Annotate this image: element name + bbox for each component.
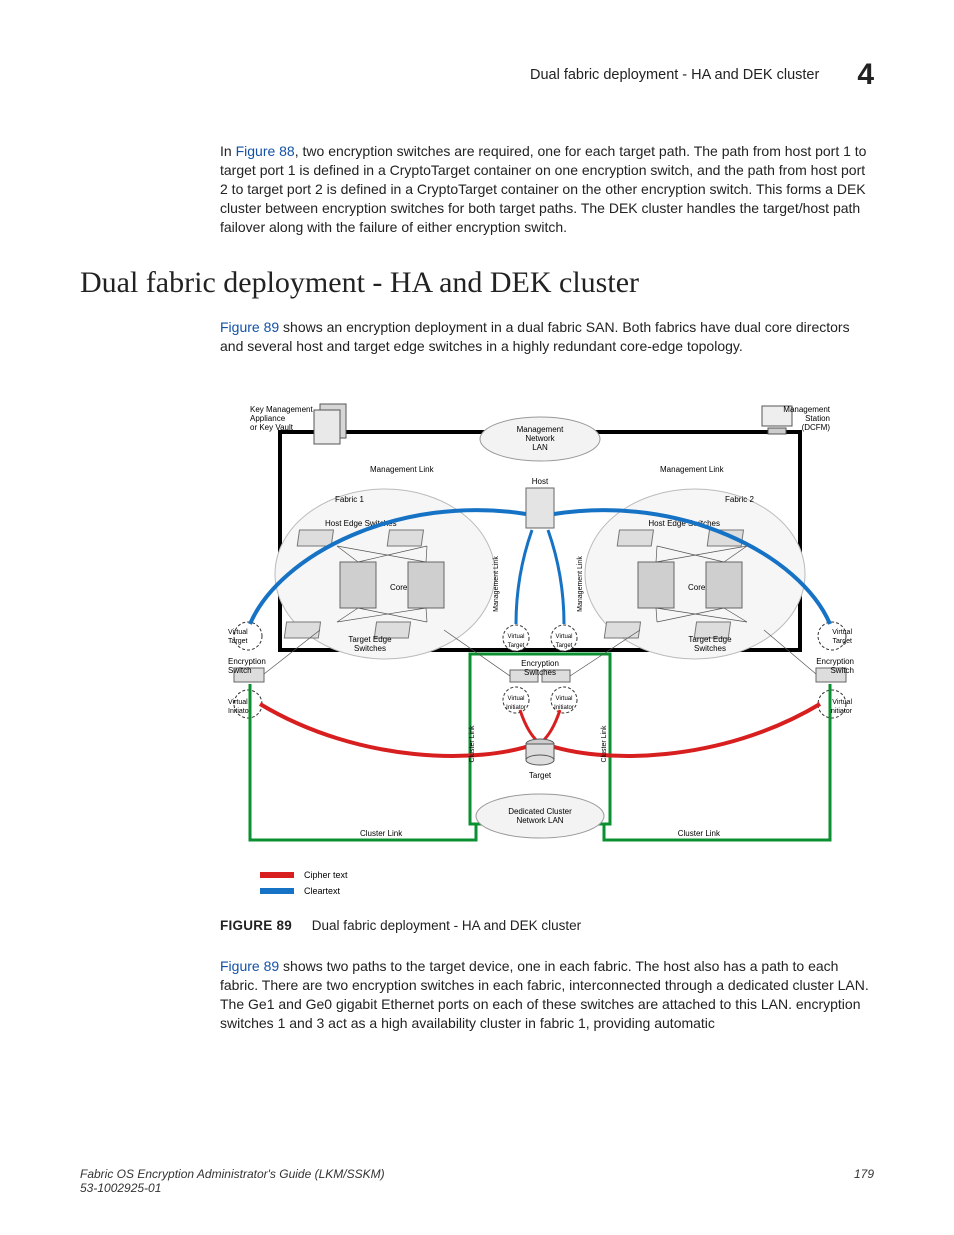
core-right-label: Core xyxy=(688,583,706,592)
cluster-link-path xyxy=(604,684,830,840)
core-icon xyxy=(638,562,674,608)
p1-prefix: In xyxy=(220,143,236,159)
core-left-label: Core xyxy=(390,583,408,592)
target-label: Target xyxy=(529,771,552,780)
legend: Cipher text Cleartext xyxy=(260,870,348,896)
mgmt-link-vert-left: Management Link xyxy=(493,556,500,612)
core-icon xyxy=(408,562,444,608)
ciphertext-path xyxy=(520,710,538,742)
cluster-link-left: Cluster Link xyxy=(360,829,403,838)
mgmt-lan-cloud: ManagementNetworkLAN xyxy=(480,417,600,461)
fabric1-label: Fabric 1 xyxy=(335,495,364,504)
page-footer: Fabric OS Encryption Administrator's Gui… xyxy=(80,1167,874,1195)
core-icon xyxy=(706,562,742,608)
switch-icon xyxy=(297,530,333,546)
section-heading: Dual fabric deployment - HA and DEK clus… xyxy=(80,266,874,300)
figure-89-xref-b[interactable]: Figure 89 xyxy=(220,958,279,974)
mgmt-link-left: Management Link xyxy=(370,465,435,474)
page: Dual fabric deployment - HA and DEK clus… xyxy=(0,0,954,1235)
footer-book: Fabric OS Encryption Administrator's Gui… xyxy=(80,1167,385,1181)
ciphertext-path xyxy=(260,704,535,756)
legend-clear: Cleartext xyxy=(304,886,341,896)
cluster-link-vert-left: Cluster Link xyxy=(469,725,476,762)
cluster-link-right: Cluster Link xyxy=(678,829,721,838)
legend-cipher: Cipher text xyxy=(304,870,348,880)
figure-caption: FIGURE 89 Dual fabric deployment - HA an… xyxy=(220,918,874,933)
figure-label: FIGURE 89 xyxy=(220,918,292,933)
footer-page: 179 xyxy=(854,1167,874,1195)
ciphertext-path xyxy=(542,710,560,742)
enc-sw-mid-label: EncryptionSwitches xyxy=(521,659,559,677)
switch-icon xyxy=(617,530,653,546)
header-title: Dual fabric deployment - HA and DEK clus… xyxy=(530,67,819,83)
running-header: Dual fabric deployment - HA and DEK clus… xyxy=(80,58,874,92)
target-icon xyxy=(526,739,554,765)
switch-icon xyxy=(284,622,320,638)
switch-icon xyxy=(604,622,640,638)
mgmt-link-right: Management Link xyxy=(660,465,725,474)
p1-rest: , two encryption switches are required, … xyxy=(220,143,866,235)
ciphertext-path xyxy=(545,704,820,756)
paragraph-intro: In Figure 88, two encryption switches ar… xyxy=(220,142,874,236)
paragraph-3: Figure 89 shows two paths to the target … xyxy=(220,957,874,1033)
footer-left: Fabric OS Encryption Administrator's Gui… xyxy=(80,1167,385,1195)
figure-caption-text: Dual fabric deployment - HA and DEK clus… xyxy=(312,918,581,933)
key-vault-icon xyxy=(314,404,346,444)
figure-89-xref-a[interactable]: Figure 89 xyxy=(220,319,279,335)
target-edge-right-label: Target EdgeSwitches xyxy=(688,635,732,653)
cluster-lan-label: Dedicated ClusterNetwork LAN xyxy=(508,807,572,825)
p3-rest: shows two paths to the target device, on… xyxy=(220,958,869,1031)
cleartext-path xyxy=(516,530,532,624)
cluster-link-path xyxy=(250,684,476,840)
footer-partno: 53-1002925-01 xyxy=(80,1181,385,1195)
host-icon xyxy=(526,488,554,528)
switch-icon xyxy=(387,530,423,546)
core-icon xyxy=(340,562,376,608)
key-vault-label: Key ManagementApplianceor Key Vault xyxy=(250,405,313,432)
p2-rest: shows an encryption deployment in a dual… xyxy=(220,319,850,354)
target-edge-left-label: Target EdgeSwitches xyxy=(348,635,392,653)
mgmt-link-vert-right: Management Link xyxy=(577,556,584,612)
chapter-number: 4 xyxy=(857,58,874,92)
paragraph-2: Figure 89 shows an encryption deployment… xyxy=(220,318,874,356)
figure-88-xref[interactable]: Figure 88 xyxy=(236,143,295,159)
cluster-link-vert-right: Cluster Link xyxy=(601,725,608,762)
host-label: Host xyxy=(532,477,549,486)
diagram-svg: ManagementNetworkLAN Key ManagementAppli… xyxy=(220,384,860,904)
fabric2-label: Fabric 2 xyxy=(725,495,754,504)
figure-89: ManagementNetworkLAN Key ManagementAppli… xyxy=(220,384,874,904)
cleartext-path xyxy=(548,530,564,624)
